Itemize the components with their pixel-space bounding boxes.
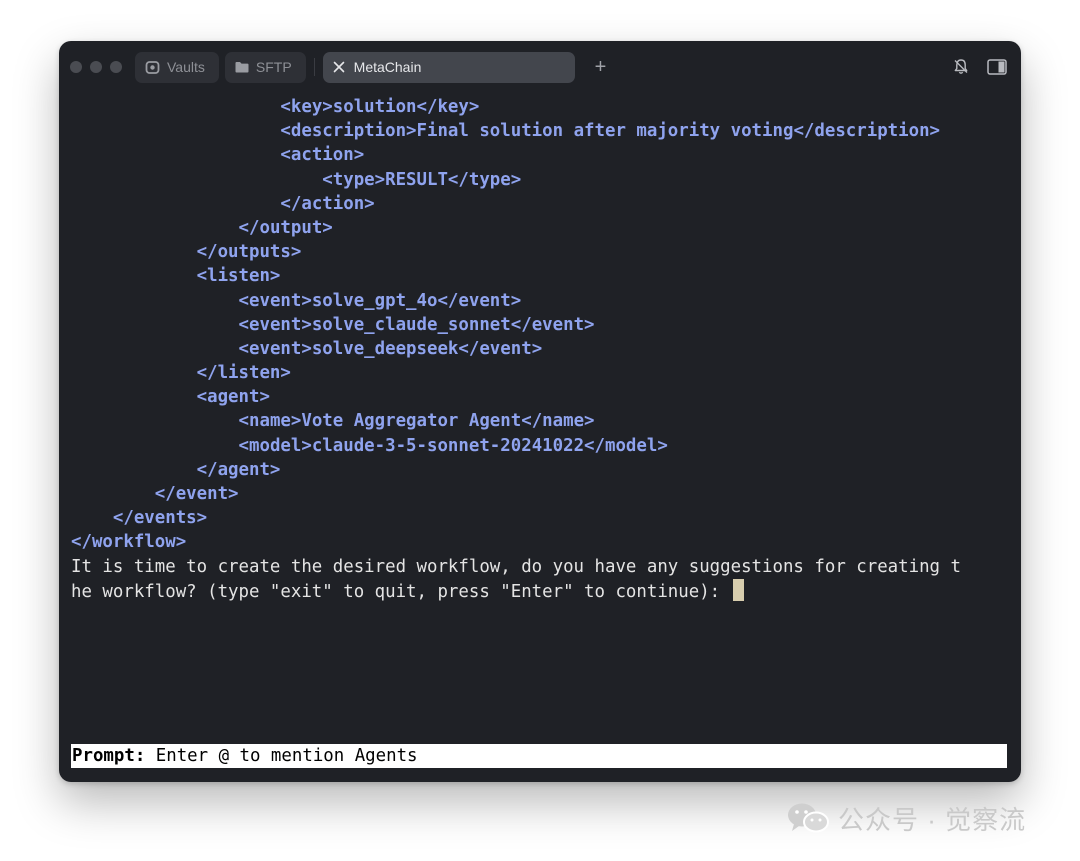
prompt-label: Prompt: [72,746,146,766]
wechat-icon [788,803,829,833]
xml-text: </events> [112,508,208,529]
xml-text: <event>solve_claude_sonnet</event> [238,314,595,335]
xml-text: <event>solve_deepseek</event> [238,338,543,359]
terminal-line: <key>solution</key> [71,95,1009,119]
xml-text: </outputs> [196,242,302,263]
xml-text: </agent> [196,459,281,480]
prompt-input[interactable]: Prompt: Enter @ to mention Agents [71,744,1007,768]
xml-text: <model>claude-3-5-sonnet-20241022</model… [238,435,668,456]
minimize-window-button[interactable] [90,61,102,73]
terminal-line: <event>solve_gpt_4o</event> [71,289,1009,313]
xml-text: </event> [154,484,239,504]
xml-text: </output> [238,217,333,238]
xml-text: <action> [280,145,365,166]
terminal-line: <listen> [71,264,1009,288]
watermark-text: 公众号 · 觉察流 [838,804,1027,835]
terminal-line: <agent> [71,385,1009,409]
tab-label: SFTP [255,59,292,75]
tab-divider [313,58,315,76]
close-icon[interactable] [333,61,345,73]
watermark: 公众号 · 觉察流 [786,800,1026,836]
terminal-line: It is time to create the desired workflo… [71,555,1009,579]
terminal-line: <model>claude-3-5-sonnet-20241022</model… [71,434,1009,458]
tab-sftp[interactable]: SFTP [224,51,306,83]
terminal-line: <name>Vote Aggregator Agent</name> [71,409,1009,433]
terminal-line: </workflow> [71,530,1009,554]
terminal-line: </listen> [71,361,1009,385]
output-text: he workflow? (type "exit" to quit, press… [71,581,731,602]
close-window-button[interactable] [70,61,82,73]
new-tab-button[interactable]: + [595,57,607,77]
tab-label: Vaults [167,59,205,75]
xml-text: <type>RESULT</type> [322,169,522,190]
xml-text: <key>solution</key> [280,97,480,117]
terminal-output: <key>solution</key> <description>Final s… [71,95,1009,603]
title-bar-actions [953,58,1007,75]
terminal-line: </output> [71,216,1009,240]
xml-text: <name>Vote Aggregator Agent</name> [238,411,595,432]
terminal-line: </events> [71,506,1009,530]
title-bar: Vaults SFTP MetaChain + [59,41,1021,93]
maximize-window-button[interactable] [110,61,122,73]
terminal-line: </agent> [71,458,1009,482]
tab-metachain[interactable]: MetaChain [322,51,575,83]
terminal-window: Vaults SFTP MetaChain + <key>solution</k… [59,41,1021,782]
terminal-line: <action> [71,143,1009,167]
tab-label: MetaChain [353,59,422,75]
terminal-line: </action> [71,192,1009,216]
terminal-line: <description>Final solution after majori… [71,119,1009,143]
text-cursor [732,578,744,601]
prompt-placeholder: Enter @ to mention Agents [145,746,418,766]
xml-text: </workflow> [71,532,187,553]
tab-vaults[interactable]: Vaults [135,51,219,83]
xml-text: <listen> [196,266,281,287]
output-text: It is time to create the desired workflo… [71,556,961,577]
bell-icon[interactable] [953,58,969,75]
window-controls [70,61,122,73]
xml-text: <description>Final solution after majori… [280,121,941,142]
terminal-line: <event>solve_deepseek</event> [71,337,1009,361]
terminal-line: </outputs> [71,240,1009,264]
folder-icon [235,62,249,73]
terminal-line: he workflow? (type "exit" to quit, press… [71,578,1009,603]
terminal-line: <event>solve_claude_sonnet</event> [71,313,1009,337]
terminal-line: <type>RESULT</type> [71,168,1009,192]
xml-text: </listen> [196,363,291,384]
xml-text: </action> [280,193,375,214]
xml-text: <agent> [196,387,270,408]
xml-text: <event>solve_gpt_4o</event> [238,290,522,311]
sidebar-toggle-icon[interactable] [987,58,1007,75]
vault-icon [145,60,160,74]
terminal-line: </event> [71,482,1009,506]
